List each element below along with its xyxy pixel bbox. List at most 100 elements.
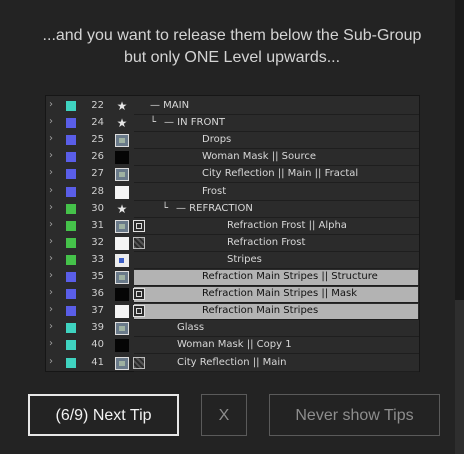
layer-row[interactable]: › 25 Drops [46, 132, 419, 150]
layer-row[interactable]: › 26 Woman Mask || Source [46, 149, 419, 167]
expand-caret-icon[interactable]: › [49, 270, 53, 281]
layer-name: Woman Mask || Source [202, 151, 317, 163]
layer-name: — REFRACTION [176, 202, 253, 214]
label-color-swatch[interactable] [66, 186, 76, 197]
label-color-swatch[interactable] [66, 135, 76, 146]
star-icon: ★ [116, 201, 128, 216]
expand-caret-icon[interactable]: › [49, 150, 53, 161]
expand-caret-icon[interactable]: › [49, 202, 53, 213]
layer-number: 37 [91, 305, 104, 317]
layer-row[interactable]: › 35 Refraction Main Stripes || Structure [46, 269, 419, 286]
layer-name: Woman Mask || Copy 1 [177, 339, 292, 351]
layer-row[interactable]: › 39 Glass [46, 320, 419, 338]
matte-icon [133, 305, 145, 318]
layer-name: Refraction Frost [227, 236, 306, 248]
tip-line-1: ...and you want to release them below th… [42, 27, 422, 44]
expand-caret-icon[interactable]: › [49, 253, 53, 264]
label-color-swatch[interactable] [66, 357, 76, 368]
white-solid-icon [115, 305, 129, 319]
expand-caret-icon[interactable]: › [49, 219, 53, 230]
track-matte-icon [133, 236, 145, 249]
black-solid-icon [115, 288, 129, 302]
label-color-swatch[interactable] [66, 118, 76, 129]
label-color-swatch[interactable] [66, 152, 76, 163]
label-color-swatch[interactable] [66, 220, 76, 231]
layer-number: 41 [91, 356, 104, 368]
blue-comp-icon [115, 253, 129, 267]
image-icon [115, 168, 129, 182]
expand-caret-icon[interactable]: › [49, 304, 53, 315]
label-color-swatch[interactable] [66, 254, 76, 265]
layer-row[interactable]: › 40 Woman Mask || Copy 1 [46, 337, 419, 355]
never-show-tips-button[interactable]: Never show Tips [269, 394, 440, 436]
layer-list-screenshot: › 22 ★ — MAIN › 24 ★ └ — IN FRONT › 25 Drops › 26 Woma… [45, 95, 420, 372]
layer-row[interactable]: › 22 ★ — MAIN [46, 98, 419, 115]
layer-number: 30 [91, 202, 104, 214]
label-color-swatch[interactable] [66, 340, 76, 351]
expand-caret-icon[interactable]: › [49, 116, 53, 127]
expand-caret-icon[interactable]: › [49, 338, 53, 349]
image-icon [115, 219, 129, 233]
expand-caret-icon[interactable]: › [49, 99, 53, 110]
layer-row-bar [134, 253, 418, 268]
layer-name: Glass [177, 322, 205, 334]
close-button[interactable]: X [201, 394, 247, 436]
layer-number: 35 [91, 271, 104, 282]
white-solid-icon [115, 185, 129, 199]
image-icon [115, 322, 129, 336]
next-tip-button[interactable]: (6/9) Next Tip [28, 394, 179, 436]
track-matte-icon [133, 356, 145, 369]
layer-row[interactable]: › 36 Refraction Main Stripes || Mask [46, 286, 419, 304]
image-icon [115, 356, 129, 370]
layer-name: Stripes [227, 253, 262, 265]
row-divider [134, 370, 419, 372]
layer-number: 27 [91, 168, 104, 180]
label-color-swatch[interactable] [66, 289, 76, 300]
layer-number: 26 [91, 151, 104, 163]
layer-number: 40 [91, 339, 104, 351]
label-color-swatch[interactable] [66, 101, 76, 111]
layer-row-bar [134, 185, 418, 200]
expand-caret-icon[interactable]: › [49, 133, 53, 144]
layer-name: Refraction Main Stripes || Structure [202, 271, 378, 282]
expand-caret-icon[interactable]: › [49, 287, 53, 298]
layer-row[interactable]: › 37 Refraction Main Stripes [46, 303, 419, 321]
label-color-swatch[interactable] [66, 272, 76, 282]
expand-caret-icon[interactable]: › [49, 356, 53, 367]
tip-message: ...and you want to release them below th… [0, 25, 464, 69]
layer-name: — IN FRONT [164, 117, 225, 129]
label-color-swatch[interactable] [66, 203, 76, 214]
expand-caret-icon[interactable]: › [49, 236, 53, 247]
layer-row[interactable]: › 31 Refraction Frost || Alpha [46, 218, 419, 235]
expand-caret-icon[interactable]: › [49, 321, 53, 332]
image-icon [115, 271, 129, 284]
layer-row[interactable]: › 24 ★ └ — IN FRONT [46, 115, 419, 133]
black-solid-icon [115, 339, 129, 353]
expand-caret-icon[interactable]: › [49, 167, 53, 178]
layer-number: 24 [91, 117, 104, 129]
white-solid-icon [115, 236, 129, 250]
layer-number: 25 [91, 134, 104, 146]
matte-icon [133, 288, 145, 301]
layer-row[interactable]: › 28 Frost [46, 184, 419, 201]
layer-row[interactable]: › 41 City Reflection || Main [46, 355, 419, 372]
layer-name: Frost [202, 185, 227, 197]
expand-caret-icon[interactable]: › [49, 185, 53, 196]
layer-number: 36 [91, 288, 104, 300]
layer-row[interactable]: › 32 Refraction Frost [46, 235, 419, 252]
layer-number: 22 [91, 100, 104, 111]
layer-number: 33 [91, 253, 104, 265]
label-color-swatch[interactable] [66, 306, 76, 317]
layer-row[interactable]: › 27 City Reflection || Main || Fractal [46, 166, 419, 184]
layer-row[interactable]: › 30 ★ └ — REFRACTION [46, 201, 419, 218]
star-icon: ★ [116, 116, 128, 131]
label-color-swatch[interactable] [66, 169, 76, 180]
layer-row[interactable]: › 33 Stripes [46, 252, 419, 269]
matte-icon [133, 219, 145, 232]
black-solid-icon [115, 151, 129, 165]
layer-name: — MAIN [150, 100, 190, 111]
layer-name: Refraction Main Stripes || Mask [202, 288, 358, 300]
label-color-swatch[interactable] [66, 323, 76, 334]
label-color-swatch[interactable] [66, 237, 76, 248]
image-icon [115, 134, 129, 148]
